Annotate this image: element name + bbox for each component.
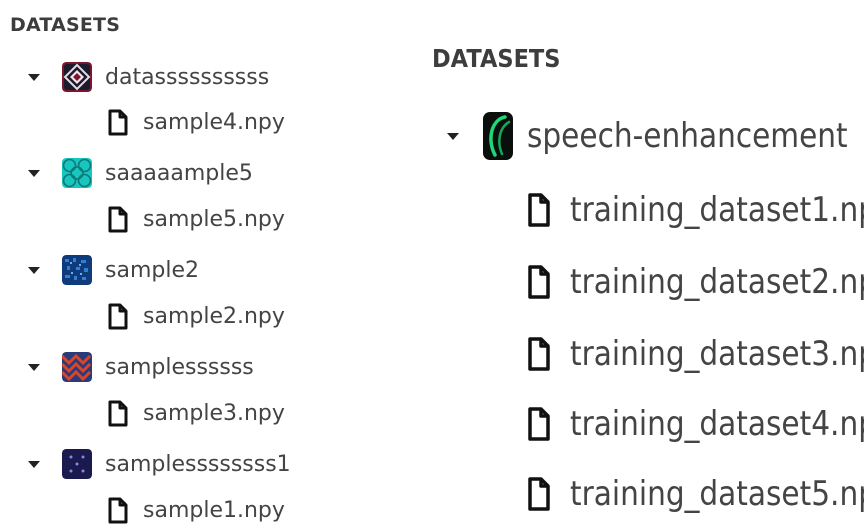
file-name: training_dataset3.npy xyxy=(570,334,864,374)
dataset-item[interactable]: samplessssssss1 xyxy=(28,449,291,479)
file-item[interactable]: training_dataset5.npy xyxy=(526,474,864,514)
caret-down-icon[interactable] xyxy=(28,460,40,468)
file-item[interactable]: training_dataset4.npy xyxy=(526,404,864,444)
blue-noise-icon xyxy=(62,255,92,285)
file-name: sample1.npy xyxy=(143,498,285,523)
dataset-name: samplessssssss1 xyxy=(105,451,291,477)
file-icon xyxy=(108,303,128,330)
file-item[interactable]: sample1.npy xyxy=(107,497,285,524)
dataset-name: saaaaample5 xyxy=(105,160,253,186)
file-name: sample5.npy xyxy=(143,207,285,232)
file-name: training_dataset4.npy xyxy=(570,404,864,444)
dataset-item[interactable]: datassssssssss xyxy=(28,62,269,92)
datasets-heading: DATASETS xyxy=(10,14,121,36)
datasets-heading: DATASETS xyxy=(432,44,561,73)
file-icon xyxy=(108,206,128,233)
file-name: sample3.npy xyxy=(143,401,285,426)
file-item[interactable]: sample5.npy xyxy=(107,206,285,233)
file-item[interactable]: sample3.npy xyxy=(107,400,285,427)
file-name: training_dataset5.npy xyxy=(570,474,864,514)
dataset-item[interactable]: speech-enhancement xyxy=(447,112,864,160)
dataset-name: samplessssss xyxy=(105,354,254,380)
diamond-pattern-icon xyxy=(62,62,92,92)
file-icon xyxy=(108,109,128,136)
file-name: training_dataset1.npy xyxy=(570,190,864,230)
dataset-name: speech-enhancement xyxy=(527,116,848,156)
caret-down-icon[interactable] xyxy=(447,132,459,140)
chevron-pattern-icon xyxy=(62,352,92,382)
caret-down-icon[interactable] xyxy=(28,73,40,81)
caret-down-icon[interactable] xyxy=(28,363,40,371)
file-icon xyxy=(528,193,550,227)
file-item[interactable]: sample2.npy xyxy=(107,303,285,330)
file-item[interactable]: sample4.npy xyxy=(107,109,285,136)
file-name: training_dataset2.npy xyxy=(570,262,864,302)
file-icon xyxy=(528,477,550,511)
datasets-panel-left: DATASETS datassssssssss sample4.npy saaa… xyxy=(0,0,400,525)
dataset-name: datassssssssss xyxy=(105,64,270,90)
dots-pattern-icon xyxy=(62,449,92,479)
file-icon xyxy=(528,407,550,441)
caret-down-icon[interactable] xyxy=(28,169,40,177)
dataset-item[interactable]: samplessssss xyxy=(28,352,254,382)
file-item[interactable]: training_dataset2.npy xyxy=(526,262,864,302)
datasets-panel-right: DATASETS speech-enhancement training_dat… xyxy=(405,0,864,525)
green-swirl-icon xyxy=(483,112,513,160)
file-name: sample4.npy xyxy=(143,110,285,135)
file-icon xyxy=(528,337,550,371)
caret-down-icon[interactable] xyxy=(28,266,40,274)
file-icon xyxy=(108,400,128,427)
file-icon xyxy=(528,265,550,299)
dataset-name: sample2 xyxy=(105,257,199,283)
file-icon xyxy=(108,497,128,524)
file-item[interactable]: training_dataset3.npy xyxy=(526,334,864,374)
dataset-item[interactable]: sample2 xyxy=(28,255,199,285)
dataset-item[interactable]: saaaaample5 xyxy=(28,158,253,188)
file-item[interactable]: training_dataset1.npy xyxy=(526,190,864,230)
teal-lattice-icon xyxy=(62,158,92,188)
file-name: sample2.npy xyxy=(143,304,285,329)
